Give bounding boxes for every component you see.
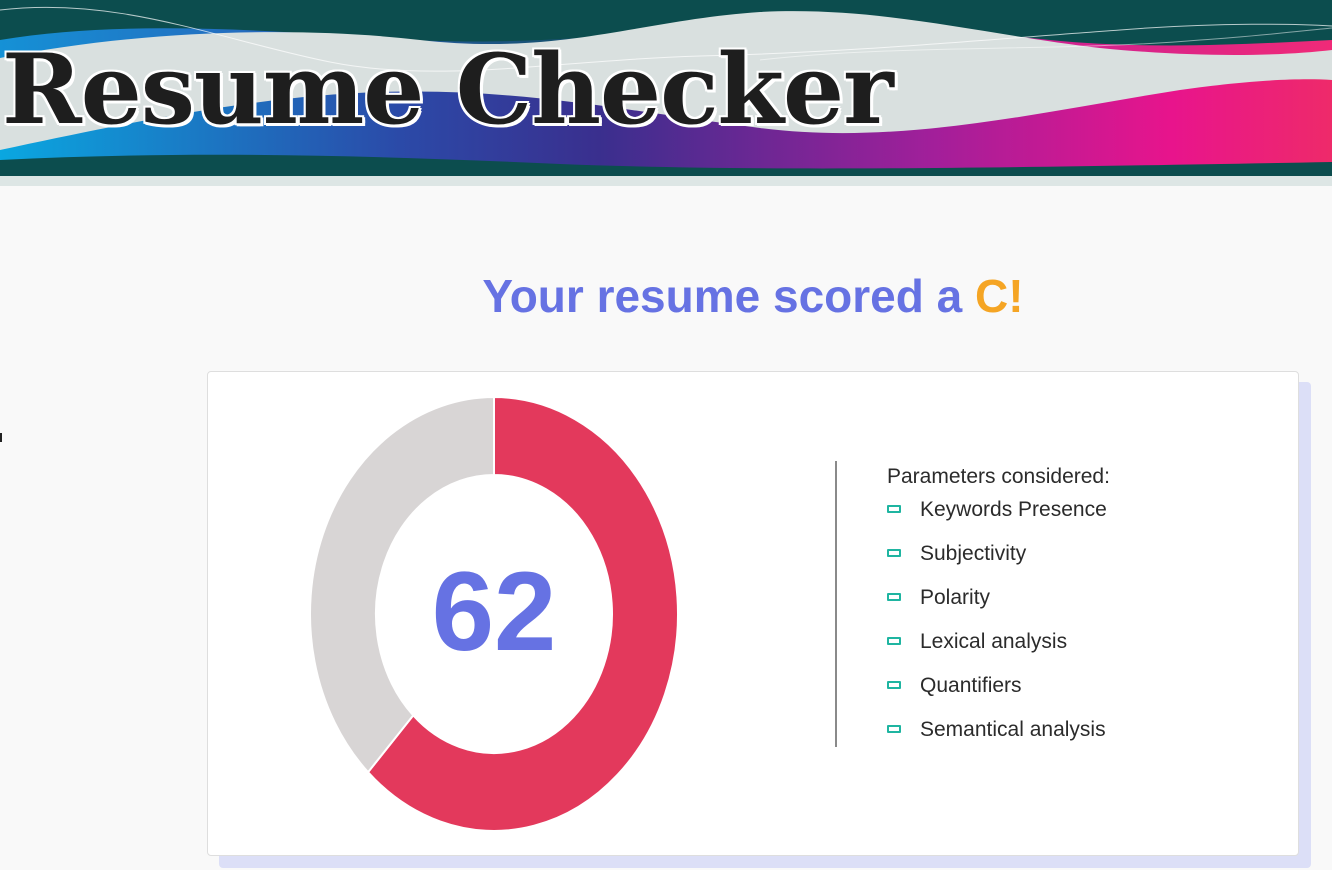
dash-icon: [887, 681, 901, 689]
parameter-item: Subjectivity: [887, 540, 1107, 584]
app-title: Resume Checker: [2, 33, 894, 146]
dash-icon: [887, 549, 901, 557]
header-banner: Resume Checker: [0, 0, 1332, 186]
parameter-item: Keywords Presence: [887, 496, 1107, 540]
dash-icon: [887, 593, 901, 601]
parameter-label: Lexical analysis: [920, 630, 1068, 653]
headline-prefix: Your resume scored a: [482, 270, 975, 322]
parameter-item: Polarity: [887, 584, 1107, 628]
edge-marker: [0, 433, 2, 442]
headline-suffix: !: [1008, 270, 1024, 322]
parameter-label: Keywords Presence: [920, 498, 1107, 521]
vertical-divider: [835, 461, 837, 747]
dash-icon: [887, 505, 901, 513]
parameter-item: Quantifiers: [887, 672, 1107, 716]
parameter-label: Semantical analysis: [920, 718, 1106, 741]
score-value: 62: [431, 549, 557, 674]
parameters-list: Keywords Presence Subjectivity Polarity Lex…: [887, 496, 1107, 760]
grade-letter: C: [975, 270, 1009, 322]
score-headline: Your resume scored a C!: [0, 268, 1332, 324]
parameters-heading: Parameters considered:: [887, 465, 1110, 488]
parameter-item: Lexical analysis: [887, 628, 1107, 672]
dash-icon: [887, 637, 901, 645]
parameter-label: Subjectivity: [920, 542, 1027, 565]
dash-icon: [887, 725, 901, 733]
parameter-item: Semantical analysis: [887, 716, 1107, 760]
parameter-label: Quantifiers: [920, 674, 1022, 697]
parameter-label: Polarity: [920, 586, 991, 609]
